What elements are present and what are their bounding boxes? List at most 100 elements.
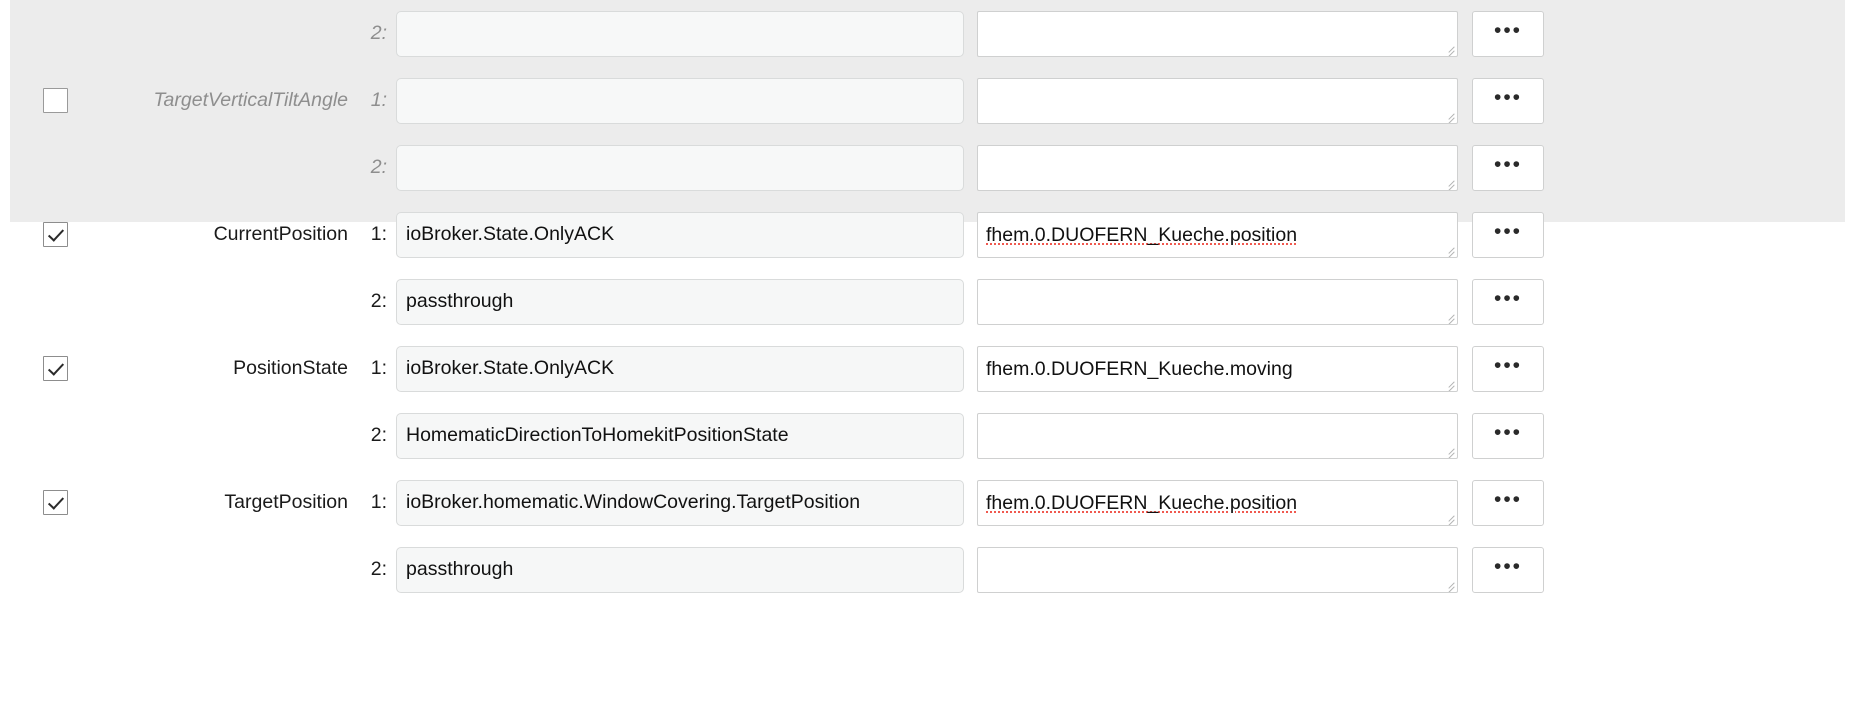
table-row: 2: passthrough ••• [0, 536, 1872, 603]
target-state-cell: fhem.0.DUOFERN_Kueche.position [977, 479, 1458, 526]
target-state-textarea[interactable]: fhem.0.DUOFERN_Kueche.moving [977, 345, 1458, 392]
row-content: CurrentPosition 1: ioBroker.State.OnlyACK f… [0, 201, 1872, 268]
step-index-label: 2: [370, 290, 387, 312]
row-content: 2: passthrough ••• [0, 536, 1872, 603]
more-options-button[interactable]: ••• [1472, 10, 1544, 57]
target-state-text [978, 548, 1457, 557]
enable-checkbox-cell [0, 356, 110, 381]
conversion-field-cell [396, 10, 964, 57]
target-state-text: fhem.0.DUOFERN_Kueche.position [986, 223, 1298, 246]
step-index-label: 2: [370, 424, 387, 446]
step-index-label: 2: [370, 156, 387, 178]
more-options-button[interactable]: ••• [1472, 211, 1544, 258]
target-state-cell [977, 412, 1458, 459]
target-state-text [978, 414, 1457, 423]
target-state-text: fhem.0.DUOFERN_Kueche.position [986, 491, 1298, 514]
row-content: 2: passthrough ••• [0, 268, 1872, 335]
conversion-field-cell [396, 77, 964, 124]
enable-checkbox-cell [0, 88, 110, 113]
target-state-cell: fhem.0.DUOFERN_Kueche.position [977, 211, 1458, 258]
row-content: TargetPosition 1: ioBroker.homematic.Windo… [0, 469, 1872, 536]
characteristic-name: TargetPosition [224, 491, 348, 513]
step-index-label: 1: [370, 223, 387, 245]
more-options-button[interactable]: ••• [1472, 144, 1544, 191]
characteristic-mapping-table: 2: ••• TargetVerticalTiltAngle 1: ••• 2: ••• Cu… [0, 0, 1872, 722]
enable-checkbox-cell [0, 490, 110, 515]
row-content: 2: ••• [0, 0, 1872, 67]
more-options-button[interactable]: ••• [1472, 479, 1544, 526]
conversion-input[interactable]: ioBroker.State.OnlyACK [396, 211, 964, 258]
conversion-field-cell: ioBroker.State.OnlyACK [396, 211, 964, 258]
more-button-cell: ••• [1472, 144, 1544, 191]
step-index-label: 2: [370, 558, 387, 580]
target-state-cell [977, 546, 1458, 593]
step-index-label: 1: [370, 89, 387, 111]
more-options-button[interactable]: ••• [1472, 412, 1544, 459]
mapping-rows-container: 2: ••• TargetVerticalTiltAngle 1: ••• 2: ••• Cu… [0, 0, 1872, 603]
row-content: TargetVerticalTiltAngle 1: ••• [0, 67, 1872, 134]
more-button-cell: ••• [1472, 345, 1544, 392]
target-state-text [978, 79, 1457, 88]
table-row: CurrentPosition 1: ioBroker.State.OnlyACK f… [0, 201, 1872, 268]
conversion-input[interactable]: ioBroker.State.OnlyACK [396, 345, 964, 392]
more-options-button[interactable]: ••• [1472, 278, 1544, 325]
table-row: TargetVerticalTiltAngle 1: ••• [0, 67, 1872, 134]
resize-handle-icon[interactable] [1441, 174, 1455, 190]
more-options-button[interactable]: ••• [1472, 345, 1544, 392]
conversion-input[interactable]: passthrough [396, 278, 964, 325]
table-row: PositionState 1: ioBroker.State.OnlyACK fhe… [0, 335, 1872, 402]
target-state-textarea[interactable]: fhem.0.DUOFERN_Kueche.position [977, 211, 1458, 258]
target-state-cell [977, 77, 1458, 124]
enable-checkbox[interactable] [42, 490, 68, 515]
target-state-textarea[interactable] [977, 144, 1458, 191]
target-state-textarea[interactable] [977, 278, 1458, 325]
characteristic-name: TargetVerticalTiltAngle [153, 89, 348, 111]
resize-handle-icon[interactable] [1441, 442, 1455, 458]
more-button-cell: ••• [1472, 77, 1544, 124]
enable-checkbox-cell [0, 222, 110, 247]
resize-handle-icon[interactable] [1441, 40, 1455, 56]
target-state-textarea[interactable] [977, 412, 1458, 459]
target-state-cell: fhem.0.DUOFERN_Kueche.moving [977, 345, 1458, 392]
target-state-textarea[interactable] [977, 546, 1458, 593]
conversion-input[interactable] [396, 77, 964, 124]
conversion-field-cell: passthrough [396, 546, 964, 593]
conversion-field-cell: ioBroker.State.OnlyACK [396, 345, 964, 392]
conversion-input[interactable] [396, 144, 964, 191]
more-options-button[interactable]: ••• [1472, 546, 1544, 593]
resize-handle-icon[interactable] [1441, 107, 1455, 123]
conversion-input[interactable] [396, 10, 964, 57]
conversion-field-cell: passthrough [396, 278, 964, 325]
more-button-cell: ••• [1472, 211, 1544, 258]
conversion-field-cell: HomematicDirectionToHomekitPositionState [396, 412, 964, 459]
characteristic-name: CurrentPosition [213, 223, 348, 245]
conversion-field-cell [396, 144, 964, 191]
enable-checkbox[interactable] [42, 88, 68, 113]
conversion-input[interactable]: ioBroker.homematic.WindowCovering.Target… [396, 479, 964, 526]
target-state-textarea[interactable] [977, 77, 1458, 124]
resize-handle-icon[interactable] [1441, 308, 1455, 324]
conversion-field-cell: ioBroker.homematic.WindowCovering.Target… [396, 479, 964, 526]
conversion-input[interactable]: HomematicDirectionToHomekitPositionState [396, 412, 964, 459]
enable-checkbox[interactable] [42, 356, 68, 381]
table-row: 2: ••• [0, 0, 1872, 67]
more-button-cell: ••• [1472, 479, 1544, 526]
more-button-cell: ••• [1472, 412, 1544, 459]
target-state-text: fhem.0.DUOFERN_Kueche.moving [986, 357, 1293, 380]
target-state-textarea[interactable]: fhem.0.DUOFERN_Kueche.position [977, 479, 1458, 526]
row-content: 2: HomematicDirectionToHomekitPositionSta… [0, 402, 1872, 469]
more-button-cell: ••• [1472, 10, 1544, 57]
enable-checkbox[interactable] [42, 222, 68, 247]
table-row: 2: HomematicDirectionToHomekitPositionSta… [0, 402, 1872, 469]
row-content: PositionState 1: ioBroker.State.OnlyACK fhe… [0, 335, 1872, 402]
resize-handle-icon[interactable] [1441, 576, 1455, 592]
more-options-button[interactable]: ••• [1472, 77, 1544, 124]
target-state-cell [977, 278, 1458, 325]
step-index-label: 1: [370, 357, 387, 379]
row-content: 2: ••• [0, 134, 1872, 201]
characteristic-name: PositionState [233, 357, 348, 379]
table-row: 2: ••• [0, 134, 1872, 201]
more-button-cell: ••• [1472, 278, 1544, 325]
target-state-textarea[interactable] [977, 10, 1458, 57]
conversion-input[interactable]: passthrough [396, 546, 964, 593]
